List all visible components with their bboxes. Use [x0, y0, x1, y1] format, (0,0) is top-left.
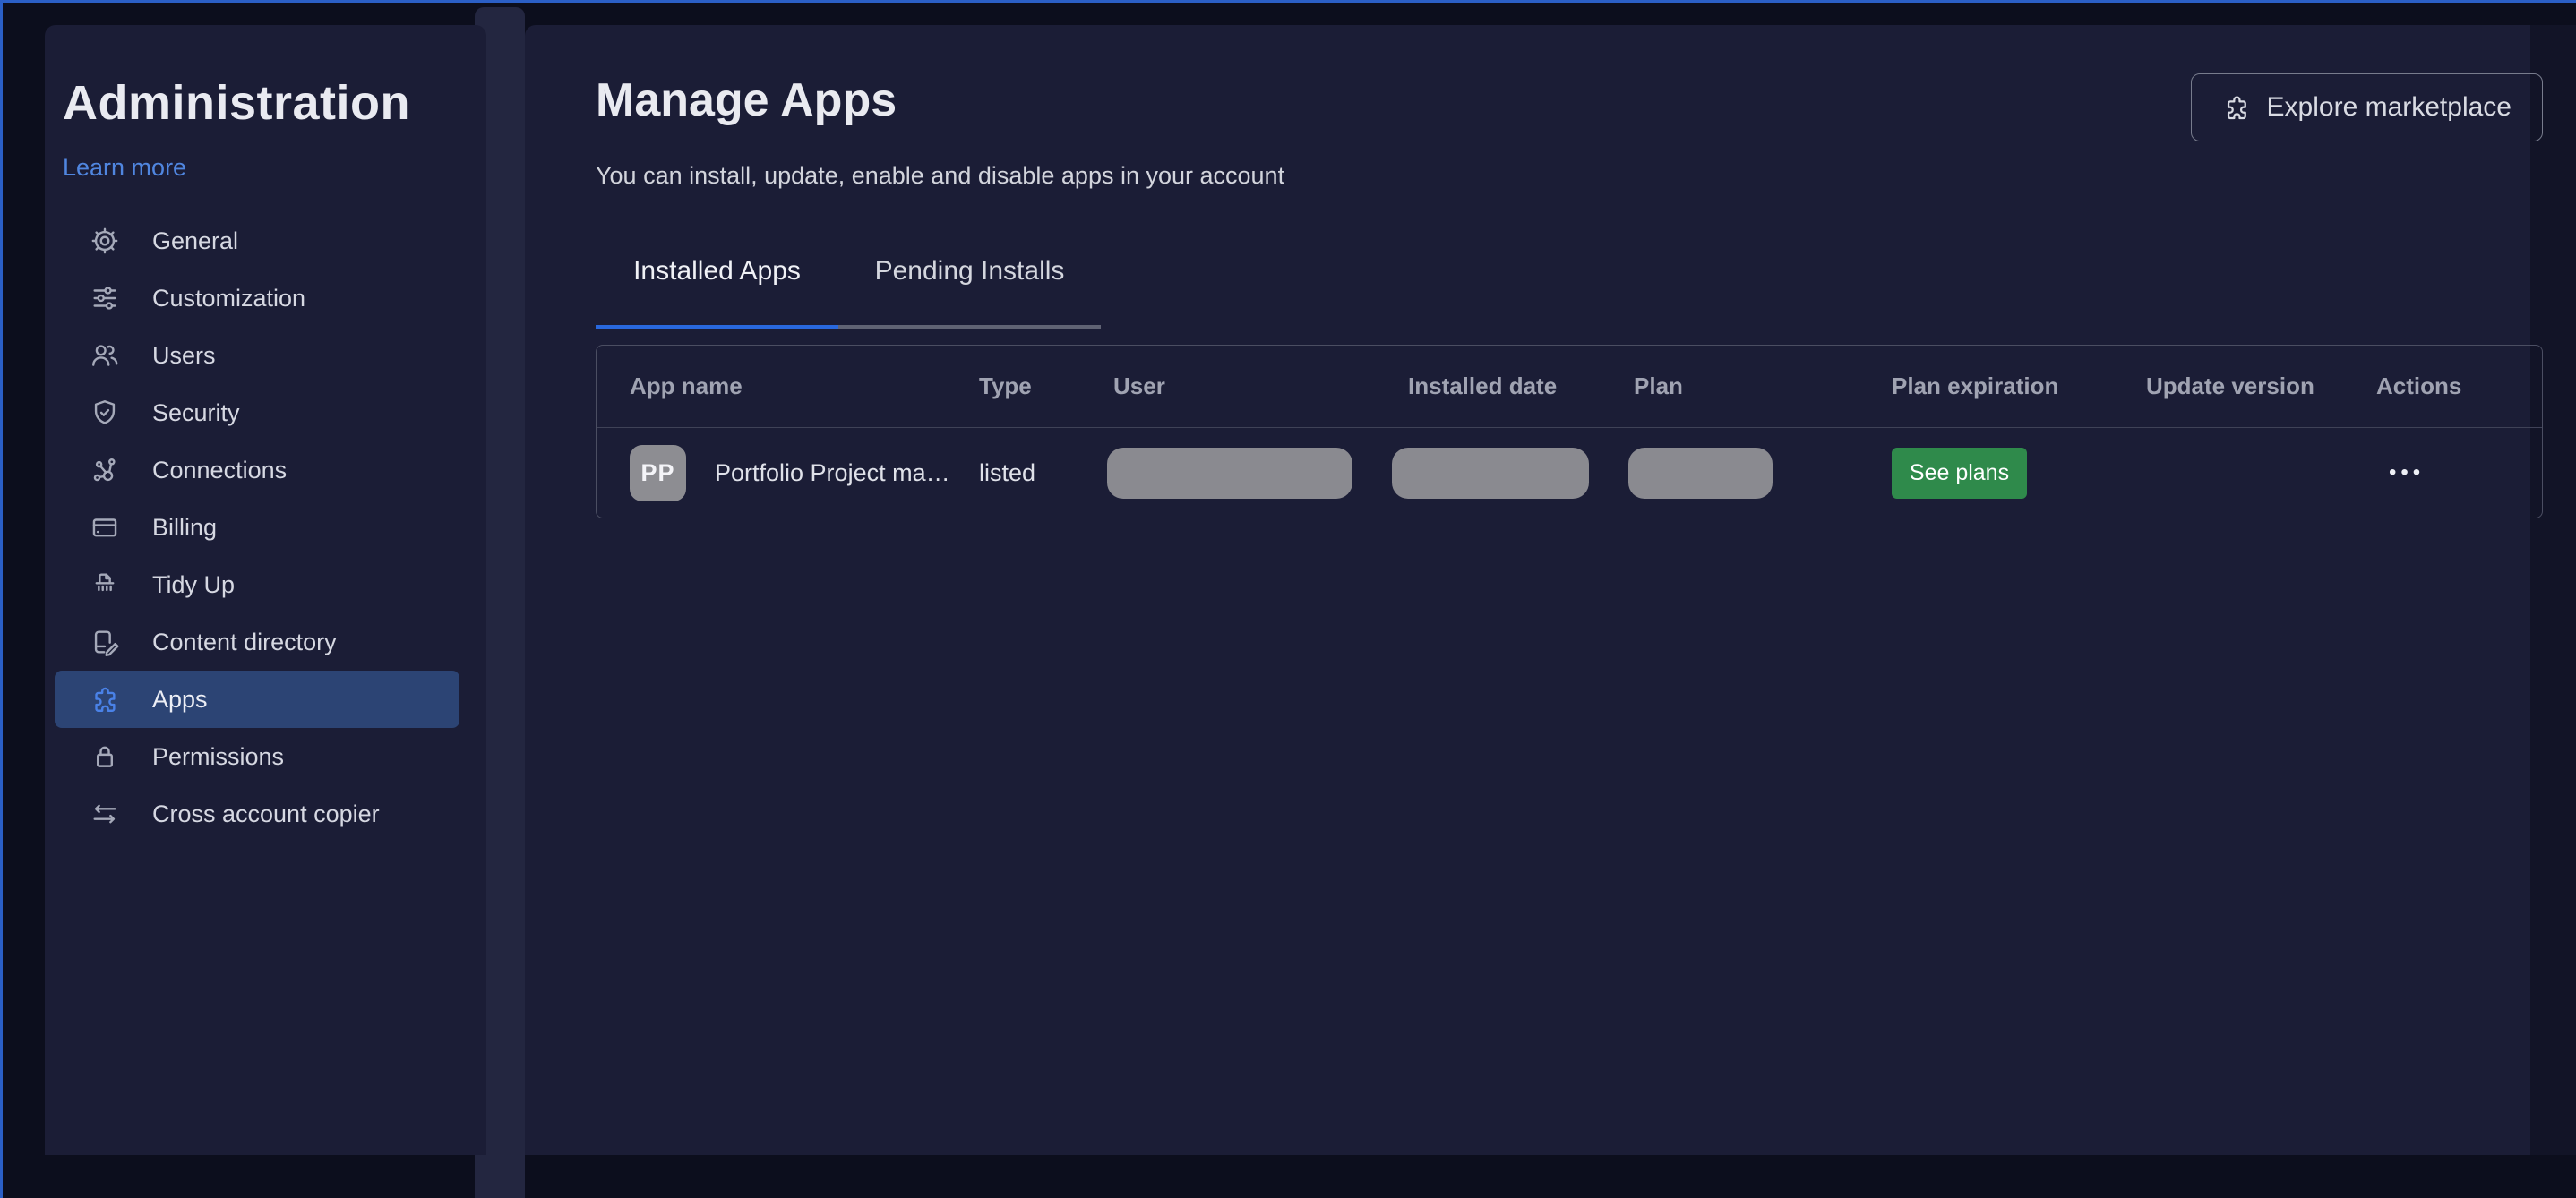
- row-actions-menu-button[interactable]: •••: [2376, 460, 2425, 485]
- network-icon: [90, 455, 120, 485]
- sidebar-nav: General Customization Users Security Con…: [55, 212, 459, 843]
- sidebar-item-label: General: [152, 227, 239, 254]
- sidebar-item-permissions[interactable]: Permissions: [63, 728, 451, 785]
- sidebar-item-users[interactable]: Users: [63, 327, 451, 384]
- shield-check-icon: [90, 398, 120, 428]
- sidebar-item-billing[interactable]: Billing: [63, 499, 451, 556]
- sidebar-item-label: Security: [152, 398, 240, 426]
- sidebar-item-connections[interactable]: Connections: [63, 441, 451, 499]
- credit-card-icon: [90, 512, 120, 543]
- tab-pending-installs[interactable]: Pending Installs: [838, 245, 1101, 329]
- manage-apps-panel: Manage Apps Explore marketplace You can …: [525, 25, 2576, 1155]
- notebook-edit-icon: [90, 627, 120, 657]
- app-name: Portfolio Project ma…: [715, 458, 950, 486]
- table-row: PP Portfolio Project ma… listed See plan…: [597, 428, 2542, 518]
- sidebar-item-label: Customization: [152, 284, 306, 312]
- explore-marketplace-label: Explore marketplace: [2266, 92, 2512, 122]
- col-header-plan-expiration: Plan expiration: [1892, 372, 2059, 400]
- plan-redacted-pill: [1628, 447, 1773, 499]
- learn-more-link[interactable]: Learn more: [63, 154, 186, 182]
- sidebar-item-label: Content directory: [152, 628, 337, 655]
- col-header-app-name: App name: [630, 372, 743, 400]
- installed-date-redacted-pill: [1392, 447, 1589, 499]
- puzzle-icon: [90, 684, 120, 715]
- sliders-icon: [90, 283, 120, 313]
- gear-icon: [90, 226, 120, 256]
- sidebar-item-label: Connections: [152, 456, 288, 483]
- app-type: listed: [979, 458, 1036, 486]
- focus-outline-left: [0, 0, 3, 1198]
- sidebar-item-label: Users: [152, 341, 216, 369]
- swap-arrows-icon: [90, 799, 120, 829]
- user-redacted-pill: [1107, 447, 1352, 499]
- explore-marketplace-button[interactable]: Explore marketplace: [2190, 73, 2543, 141]
- users-icon: [90, 340, 120, 371]
- app-avatar: PP: [630, 444, 686, 501]
- sidebar-item-customization[interactable]: Customization: [63, 270, 451, 327]
- sidebar-item-cross-account-copier[interactable]: Cross account copier: [63, 785, 451, 843]
- page-header: Manage Apps Explore marketplace: [596, 73, 2543, 141]
- col-header-user: User: [1113, 372, 1165, 400]
- tab-installed-apps[interactable]: Installed Apps: [596, 245, 838, 329]
- col-header-type: Type: [979, 372, 1032, 400]
- tab-bar: Installed Apps Pending Installs: [596, 245, 2543, 329]
- page-subtitle: You can install, update, enable and disa…: [596, 162, 1285, 189]
- puzzle-icon: [2227, 96, 2246, 120]
- sidebar-item-label: Billing: [152, 513, 218, 541]
- sidebar-item-general[interactable]: General: [63, 212, 451, 270]
- sidebar-title: Administration: [63, 76, 411, 130]
- sidebar-item-label: Permissions: [152, 742, 285, 770]
- sidebar-item-tidy-up[interactable]: Tidy Up: [63, 556, 451, 613]
- apps-table: App name Type User Installed date Plan P…: [596, 345, 2543, 519]
- sidebar-item-content-directory[interactable]: Content directory: [63, 613, 451, 671]
- sidebar-item-security[interactable]: Security: [63, 384, 451, 441]
- see-plans-button[interactable]: See plans: [1892, 447, 2027, 499]
- admin-sidebar: Administration Learn more General Custom…: [45, 25, 486, 1155]
- table-header-row: App name Type User Installed date Plan P…: [597, 346, 2542, 429]
- col-header-installed-date: Installed date: [1408, 372, 1558, 400]
- col-header-plan: Plan: [1634, 372, 1683, 400]
- sidebar-item-label: Apps: [152, 685, 208, 713]
- sidebar-item-label: Tidy Up: [152, 570, 236, 598]
- shredder-icon: [90, 569, 120, 600]
- col-header-actions: Actions: [2376, 372, 2462, 400]
- focus-outline-top: [0, 0, 2576, 3]
- sidebar-item-apps[interactable]: Apps: [55, 671, 459, 728]
- col-header-update-version: Update version: [2146, 372, 2314, 400]
- lock-icon: [90, 741, 120, 772]
- sidebar-item-label: Cross account copier: [152, 800, 380, 827]
- administration-page: Administration Learn more General Custom…: [0, 0, 2576, 1198]
- page-title: Manage Apps: [596, 74, 897, 126]
